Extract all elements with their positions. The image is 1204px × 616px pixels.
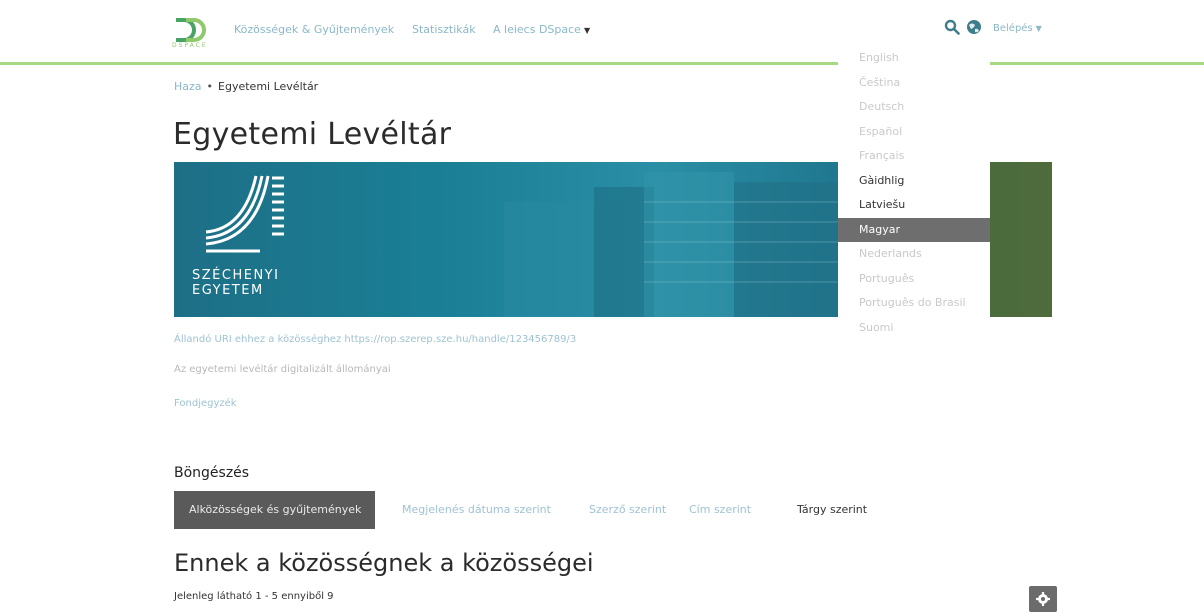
language-option-deutsch[interactable]: Deutsch xyxy=(838,95,990,120)
browse-by-date-button[interactable]: Megjelenés dátuma szerint xyxy=(388,491,565,529)
search-icon[interactable] xyxy=(944,19,960,35)
section-title: Ennek a közösségnek a közösségei xyxy=(174,549,594,577)
settings-button[interactable] xyxy=(1029,586,1057,612)
language-option-portugues[interactable]: Português xyxy=(838,267,990,292)
browse-by-author-button[interactable]: Szerző szerint xyxy=(575,491,680,529)
logo-text: DSPACE xyxy=(172,42,208,49)
nav-statistics-link[interactable]: Statisztikák xyxy=(412,23,476,36)
breadcrumb-separator: • xyxy=(206,80,214,93)
gear-icon xyxy=(1036,592,1050,606)
breadcrumb-current: Egyetemi Levéltár xyxy=(218,80,319,93)
language-option-latviesu[interactable]: Latviešu xyxy=(838,193,990,218)
fonds-link[interactable]: Fondjegyzék xyxy=(174,398,237,409)
language-dropdown-menu: English Čeština Deutsch Español Français… xyxy=(838,46,990,368)
community-uri[interactable]: Állandó URI ehhez a közösséghez https://… xyxy=(174,334,576,345)
breadcrumb-home-link[interactable]: Haza xyxy=(174,80,202,93)
language-option-magyar[interactable]: Magyar xyxy=(838,217,990,242)
chevron-down-icon: ▼ xyxy=(583,26,591,35)
globe-icon[interactable] xyxy=(966,19,982,35)
browse-subcommunities-button[interactable]: Alközösségek és gyűjtemények xyxy=(174,491,375,529)
page-title: Egyetemi Levéltár xyxy=(173,117,452,152)
university-name-line2: EGYETEM xyxy=(192,283,264,298)
university-name-line1: SZÉCHENYI xyxy=(192,268,280,283)
language-option-gaidhlig[interactable]: Gàidhlig xyxy=(838,169,990,194)
community-description: Az egyetemi levéltár digitalizált állomá… xyxy=(174,364,391,375)
language-option-cestina[interactable]: Čeština xyxy=(838,71,990,96)
chevron-down-icon: ▼ xyxy=(1035,24,1042,33)
language-option-espanol[interactable]: Español xyxy=(838,120,990,145)
login-menu[interactable]: Belépés ▼ xyxy=(993,23,1042,34)
results-count: Jelenleg látható 1 - 5 ennyiből 9 xyxy=(174,591,334,602)
nav-communities-link[interactable]: Közösségek & Gyűjtemények xyxy=(234,23,394,36)
breadcrumb: Haza • Egyetemi Levéltár xyxy=(174,80,318,93)
language-option-francais[interactable]: Français xyxy=(838,144,990,169)
top-navbar: DSPACE Közösségek & Gyűjtemények Statisz… xyxy=(0,0,1204,62)
language-option-portugues-brasil[interactable]: Português do Brasil xyxy=(838,291,990,316)
language-option-nederlands[interactable]: Nederlands xyxy=(838,242,990,267)
university-name: SZÉCHENYI EGYETEM xyxy=(192,268,279,298)
language-option-english[interactable]: English xyxy=(838,46,990,71)
login-label: Belépés xyxy=(993,23,1033,34)
browse-by-subject-button[interactable]: Tárgy szerint xyxy=(783,491,881,529)
browse-heading: Böngészés xyxy=(174,465,250,481)
university-logo-icon xyxy=(205,175,284,253)
nav-dspace-label: A leiecs DSpace xyxy=(493,23,581,36)
language-option-suomi[interactable]: Suomi xyxy=(838,316,990,341)
browse-by-title-button[interactable]: Cím szerint xyxy=(675,491,765,529)
header-divider xyxy=(0,62,1204,65)
nav-dspace-menu[interactable]: A leiecs DSpace ▼ xyxy=(493,23,590,36)
